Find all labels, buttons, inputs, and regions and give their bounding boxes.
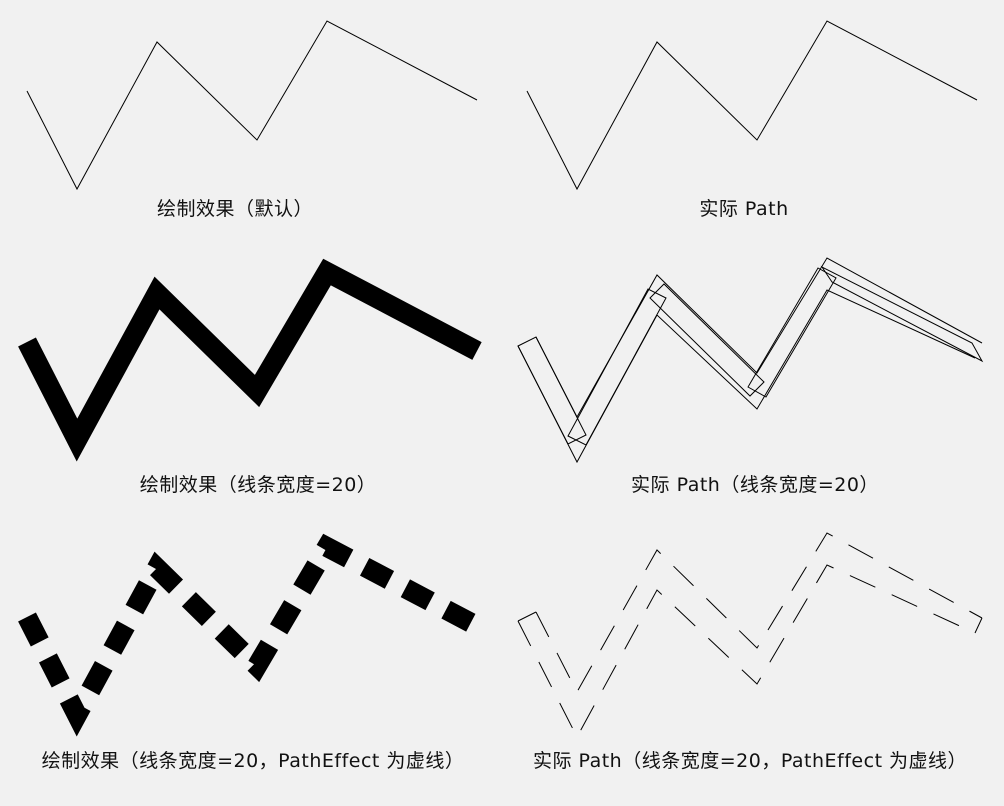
thick-path-actual-outline — [517, 257, 984, 464]
thick-path-drawn — [18, 258, 482, 462]
thin-path-actual — [526, 20, 978, 191]
thin-path-drawn — [26, 20, 478, 191]
dashed-thick-path-actual-outline — [517, 532, 983, 739]
caption-row2-left: 绘制效果（线条宽度=20） — [139, 474, 377, 496]
caption-row1-left: 绘制效果（默认） — [156, 198, 314, 220]
dashed-thick-path-drawn — [18, 533, 482, 737]
caption-row3-left: 绘制效果（线条宽度=20，PathEffect 为虚线） — [41, 750, 465, 772]
caption-row1-right: 实际 Path — [699, 198, 789, 220]
caption-row2-right: 实际 Path（线条宽度=20） — [631, 474, 879, 496]
diagram-canvas — [18, 20, 984, 739]
caption-row3-right: 实际 Path（线条宽度=20，PathEffect 为虚线） — [532, 750, 968, 772]
